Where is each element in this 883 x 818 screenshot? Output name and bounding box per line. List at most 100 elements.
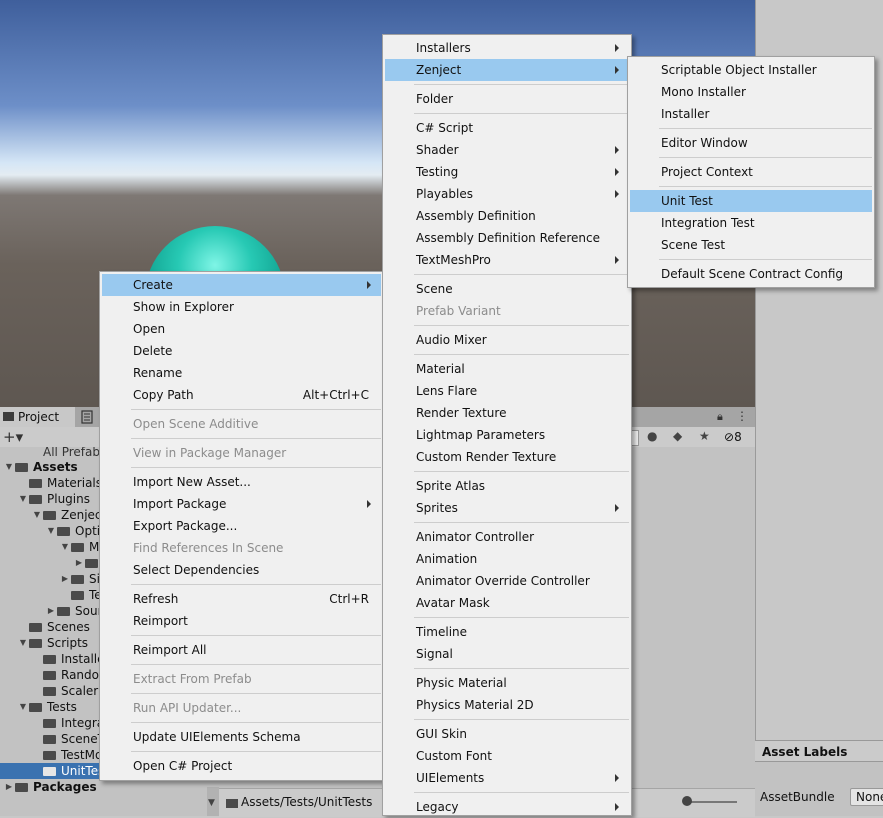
menu-item-reimport-all[interactable]: Reimport All (102, 639, 381, 661)
menu-item-reimport[interactable]: Reimport (102, 610, 381, 632)
menu-item-gui-skin[interactable]: GUI Skin (385, 723, 629, 745)
collapse-arrow-icon[interactable]: ▶ (4, 779, 14, 795)
menu-separator (414, 354, 629, 355)
asset-bundle-dropdown[interactable]: None (850, 788, 883, 806)
menu-item-legacy[interactable]: Legacy (385, 796, 629, 818)
tree-item-packages[interactable]: ▶ Packages (0, 779, 207, 795)
menu-item-scriptable-object-installer[interactable]: Scriptable Object Installer (630, 59, 872, 81)
menu-item-select-dependencies[interactable]: Select Dependencies (102, 559, 381, 581)
menu-item-create[interactable]: Create (102, 274, 381, 296)
menu-item-import-package[interactable]: Import Package (102, 493, 381, 515)
menu-item-assembly-definition-reference[interactable]: Assembly Definition Reference (385, 227, 629, 249)
icon-size-slider-handle[interactable] (682, 796, 692, 806)
menu-item-audio-mixer[interactable]: Audio Mixer (385, 329, 629, 351)
hidden-count-value: 8 (734, 430, 742, 444)
collapse-arrow-icon[interactable]: ▶ (60, 571, 70, 587)
menu-item-animation[interactable]: Animation (385, 548, 629, 570)
menu-item-label: Reimport All (133, 643, 207, 657)
expand-arrow-icon[interactable]: ▼ (32, 507, 42, 523)
folder-icon (43, 655, 56, 664)
menu-item-open-c-project[interactable]: Open C# Project (102, 755, 381, 777)
menu-item-project-context[interactable]: Project Context (630, 161, 872, 183)
menu-item-physic-material[interactable]: Physic Material (385, 672, 629, 694)
lock-icon[interactable]: 🔒︎ (717, 410, 723, 424)
menu-item-show-in-explorer[interactable]: Show in Explorer (102, 296, 381, 318)
expand-arrow-icon[interactable]: ▼ (60, 539, 70, 555)
add-icon[interactable]: +▾ (3, 427, 23, 447)
menu-item-lightmap-parameters[interactable]: Lightmap Parameters (385, 424, 629, 446)
menu-item-lens-flare[interactable]: Lens Flare (385, 380, 629, 402)
folder-icon (3, 412, 14, 421)
menu-separator (414, 668, 629, 669)
submenu-arrow-icon (615, 168, 619, 176)
menu-item-animator-controller[interactable]: Animator Controller (385, 526, 629, 548)
menu-item-uielements[interactable]: UIElements (385, 767, 629, 789)
console-tab-icon[interactable] (80, 410, 94, 424)
menu-item-integration-test[interactable]: Integration Test (630, 212, 872, 234)
icon-size-slider-track[interactable] (689, 801, 737, 803)
collapse-arrow-icon[interactable]: ▶ (74, 555, 84, 571)
menu-item-render-texture[interactable]: Render Texture (385, 402, 629, 424)
menu-item-label: Sprite Atlas (416, 479, 486, 493)
menu-item-refresh[interactable]: Refresh Ctrl+R (102, 588, 381, 610)
menu-item-sprites[interactable]: Sprites (385, 497, 629, 519)
folder-icon (43, 671, 56, 680)
menu-item-custom-render-texture[interactable]: Custom Render Texture (385, 446, 629, 468)
menu-item-export-package[interactable]: Export Package... (102, 515, 381, 537)
menu-item-folder[interactable]: Folder (385, 88, 629, 110)
menu-item-open[interactable]: Open (102, 318, 381, 340)
menu-item-label: Rename (133, 366, 183, 380)
zenject-submenu: Scriptable Object Installer Mono Installe… (627, 56, 875, 288)
menu-item-label: Import New Asset... (133, 475, 251, 489)
expand-arrow-icon[interactable]: ▼ (18, 635, 28, 651)
expand-arrow-icon[interactable]: ▼ (4, 459, 14, 475)
menu-item-shader[interactable]: Shader (385, 139, 629, 161)
menu-item-mono-installer[interactable]: Mono Installer (630, 81, 872, 103)
menu-item-unit-test[interactable]: Unit Test (630, 190, 872, 212)
expand-arrow-icon[interactable]: ▼ (46, 523, 56, 539)
menu-item-timeline[interactable]: Timeline (385, 621, 629, 643)
submenu-arrow-icon (615, 256, 619, 264)
menu-item-animator-override-controller[interactable]: Animator Override Controller (385, 570, 629, 592)
label-filter-icon[interactable]: ◆ (673, 429, 682, 443)
menu-item-update-uielements-schema[interactable]: Update UIElements Schema (102, 726, 381, 748)
menu-item-zenject[interactable]: Zenject (385, 59, 629, 81)
expand-arrow-icon[interactable]: ▼ (18, 699, 28, 715)
menu-item-label: Update UIElements Schema (133, 730, 301, 744)
menu-item-rename[interactable]: Rename (102, 362, 381, 384)
menu-item-scene-test[interactable]: Scene Test (630, 234, 872, 256)
expand-arrow-icon[interactable]: ▼ (18, 491, 28, 507)
hidden-packages-count[interactable]: ⊘8 (724, 430, 742, 444)
collapse-arrow-icon[interactable]: ▶ (46, 603, 56, 619)
type-filter-icon[interactable]: ● (647, 429, 657, 443)
menu-item-label: Playables (416, 187, 473, 201)
menu-item-installers[interactable]: Installers (385, 37, 629, 59)
menu-item-testing[interactable]: Testing (385, 161, 629, 183)
menu-item-label: Select Dependencies (133, 563, 260, 577)
menu-item-installer[interactable]: Installer (630, 103, 872, 125)
menu-item-playables[interactable]: Playables (385, 183, 629, 205)
menu-item-material[interactable]: Material (385, 358, 629, 380)
menu-item-import-new-asset[interactable]: Import New Asset... (102, 471, 381, 493)
menu-separator (131, 409, 381, 410)
more-options-icon[interactable]: ⋮ (736, 409, 748, 423)
menu-item-assembly-definition[interactable]: Assembly Definition (385, 205, 629, 227)
menu-item-editor-window[interactable]: Editor Window (630, 132, 872, 154)
menu-item-scene[interactable]: Scene (385, 278, 629, 300)
menu-item-signal[interactable]: Signal (385, 643, 629, 665)
menu-item-sprite-atlas[interactable]: Sprite Atlas (385, 475, 629, 497)
menu-item-custom-font[interactable]: Custom Font (385, 745, 629, 767)
scroll-down-arrow[interactable]: ▼ (208, 798, 215, 808)
star-icon[interactable]: ★ (699, 429, 710, 443)
menu-item-textmeshpro[interactable]: TextMeshPro (385, 249, 629, 271)
menu-item-default-scene-contract-config[interactable]: Default Scene Contract Config (630, 263, 872, 285)
tab-project[interactable]: Project (0, 407, 75, 428)
menu-item-delete[interactable]: Delete (102, 340, 381, 362)
menu-item-avatar-mask[interactable]: Avatar Mask (385, 592, 629, 614)
menu-item-c-script[interactable]: C# Script (385, 117, 629, 139)
menu-item-copy-path[interactable]: Copy Path Alt+Ctrl+C (102, 384, 381, 406)
menu-separator (659, 259, 872, 260)
asset-labels-header[interactable]: Asset Labels (755, 740, 883, 762)
menu-item-physics-material-2d[interactable]: Physics Material 2D (385, 694, 629, 716)
menu-item-label: Editor Window (661, 136, 748, 150)
